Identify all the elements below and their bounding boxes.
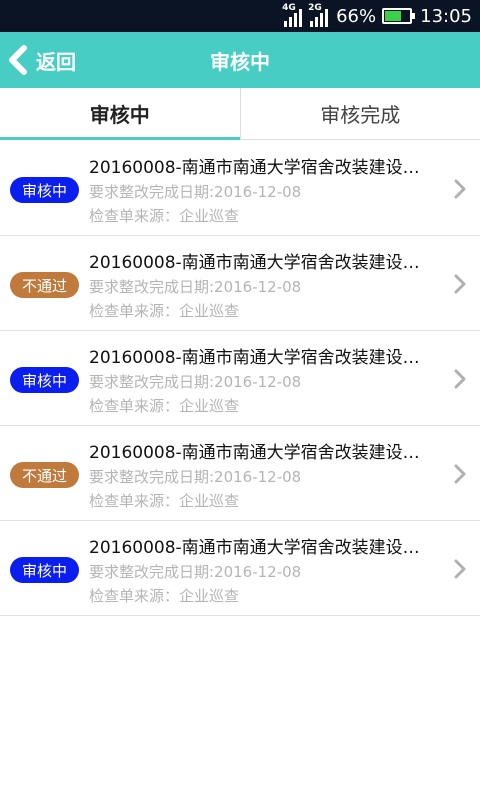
status-badge: 不通过 <box>10 272 79 298</box>
item-source: 检查单来源：企业巡查 <box>89 207 240 225</box>
list-item[interactable]: 审核中 20160008-南通市南通大学宿舍改装建设项目 要求整改完成日期:20… <box>0 331 480 426</box>
chevron-right-icon <box>454 179 466 203</box>
item-title: 20160008-南通市南通大学宿舍改装建设项目 <box>89 158 434 178</box>
network-type-label: 2G <box>308 3 322 13</box>
chevron-left-icon <box>6 45 30 75</box>
item-source: 检查单来源：企业巡查 <box>89 397 240 415</box>
inspection-list: 审核中 20160008-南通市南通大学宿舍改装建设项目 要求整改完成日期:20… <box>0 141 480 616</box>
back-button[interactable]: 返回 <box>6 32 76 88</box>
clock: 13:05 <box>420 5 472 27</box>
status-badge: 审核中 <box>10 177 79 203</box>
item-source: 检查单来源：企业巡查 <box>89 492 240 510</box>
item-title: 20160008-南通市南通大学宿舍改装建设项目 <box>89 538 434 558</box>
status-bar: 4G 2G 66% 13:05 <box>0 0 480 32</box>
signal-icon: 4G <box>282 3 303 27</box>
chevron-right-icon <box>454 464 466 488</box>
app-header: 返回 审核中 <box>0 32 480 88</box>
chevron-right-icon <box>454 274 466 298</box>
item-title: 20160008-南通市南通大学宿舍改装建设项目 <box>89 348 434 368</box>
item-source: 检查单来源：企业巡查 <box>89 302 240 320</box>
item-due-date: 要求整改完成日期:2016-12-08 <box>89 183 302 201</box>
item-due-date: 要求整改完成日期:2016-12-08 <box>89 563 302 581</box>
status-badge: 审核中 <box>10 557 79 583</box>
battery-icon <box>382 8 416 24</box>
item-due-date: 要求整改完成日期:2016-12-08 <box>89 468 302 486</box>
chevron-right-icon <box>454 559 466 583</box>
item-source: 检查单来源：企业巡查 <box>89 587 240 605</box>
item-title: 20160008-南通市南通大学宿舍改装建设项目 <box>89 443 434 463</box>
battery-percent: 66% <box>336 5 377 27</box>
tab-bar: 审核中 审核完成 <box>0 88 480 140</box>
status-badge: 不通过 <box>10 462 79 488</box>
tab-reviewing[interactable]: 审核中 <box>0 88 240 140</box>
list-item[interactable]: 审核中 20160008-南通市南通大学宿舍改装建设项目 要求整改完成日期:20… <box>0 521 480 616</box>
item-title: 20160008-南通市南通大学宿舍改装建设项目 <box>89 253 434 273</box>
list-item[interactable]: 不通过 20160008-南通市南通大学宿舍改装建设项目 要求整改完成日期:20… <box>0 426 480 521</box>
back-label: 返回 <box>36 49 76 74</box>
list-item[interactable]: 审核中 20160008-南通市南通大学宿舍改装建设项目 要求整改完成日期:20… <box>0 141 480 236</box>
status-badge: 审核中 <box>10 367 79 393</box>
signal-icon: 2G <box>308 3 329 27</box>
tab-review-complete[interactable]: 审核完成 <box>241 88 480 139</box>
network-type-label: 4G <box>282 3 296 13</box>
item-due-date: 要求整改完成日期:2016-12-08 <box>89 373 302 391</box>
item-due-date: 要求整改完成日期:2016-12-08 <box>89 278 302 296</box>
chevron-right-icon <box>454 369 466 393</box>
list-item[interactable]: 不通过 20160008-南通市南通大学宿舍改装建设项目 要求整改完成日期:20… <box>0 236 480 331</box>
